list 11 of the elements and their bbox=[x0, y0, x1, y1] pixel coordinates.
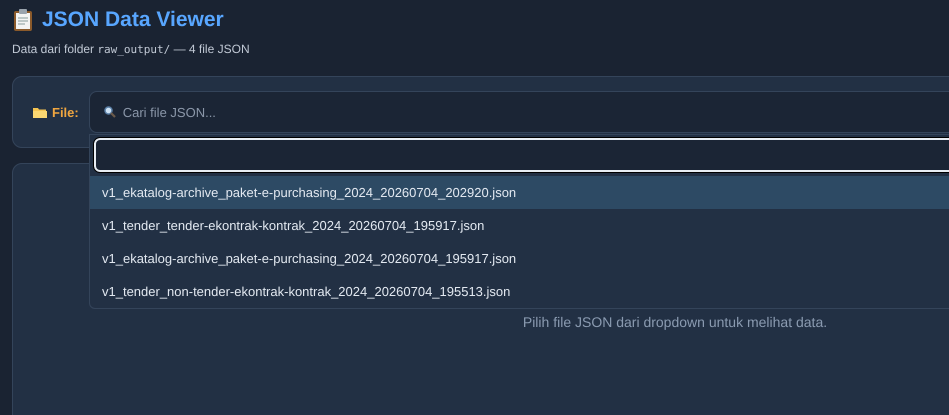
file-option[interactable]: v1_tender_non-tender-ekontrak-kontrak_2024_20260704_195513.json bbox=[90, 275, 949, 308]
file-option[interactable]: v1_tender_tender-ekontrak-kontrak_2024_20260704_195917.json bbox=[90, 209, 949, 242]
empty-message: Pilih file JSON dari dropdown untuk melihat data. bbox=[522, 314, 828, 332]
file-option[interactable]: v1_ekatalog-archive_paket-e-purchasing_2024_20260704_195917.json bbox=[90, 242, 949, 275]
folder-icon bbox=[33, 106, 47, 118]
subtitle: Data dari folder raw_output/ — 4 file JSON bbox=[12, 42, 251, 56]
page-title: JSON Data Viewer bbox=[42, 8, 224, 32]
clipboard-icon bbox=[12, 8, 34, 32]
file-option[interactable]: v1_ekatalog-archive_paket-e-purchasing_2024_20260704_202920.json bbox=[90, 176, 949, 209]
file-label: File: bbox=[52, 104, 79, 120]
file-search-field[interactable]: Cari file JSON... bbox=[88, 91, 949, 133]
